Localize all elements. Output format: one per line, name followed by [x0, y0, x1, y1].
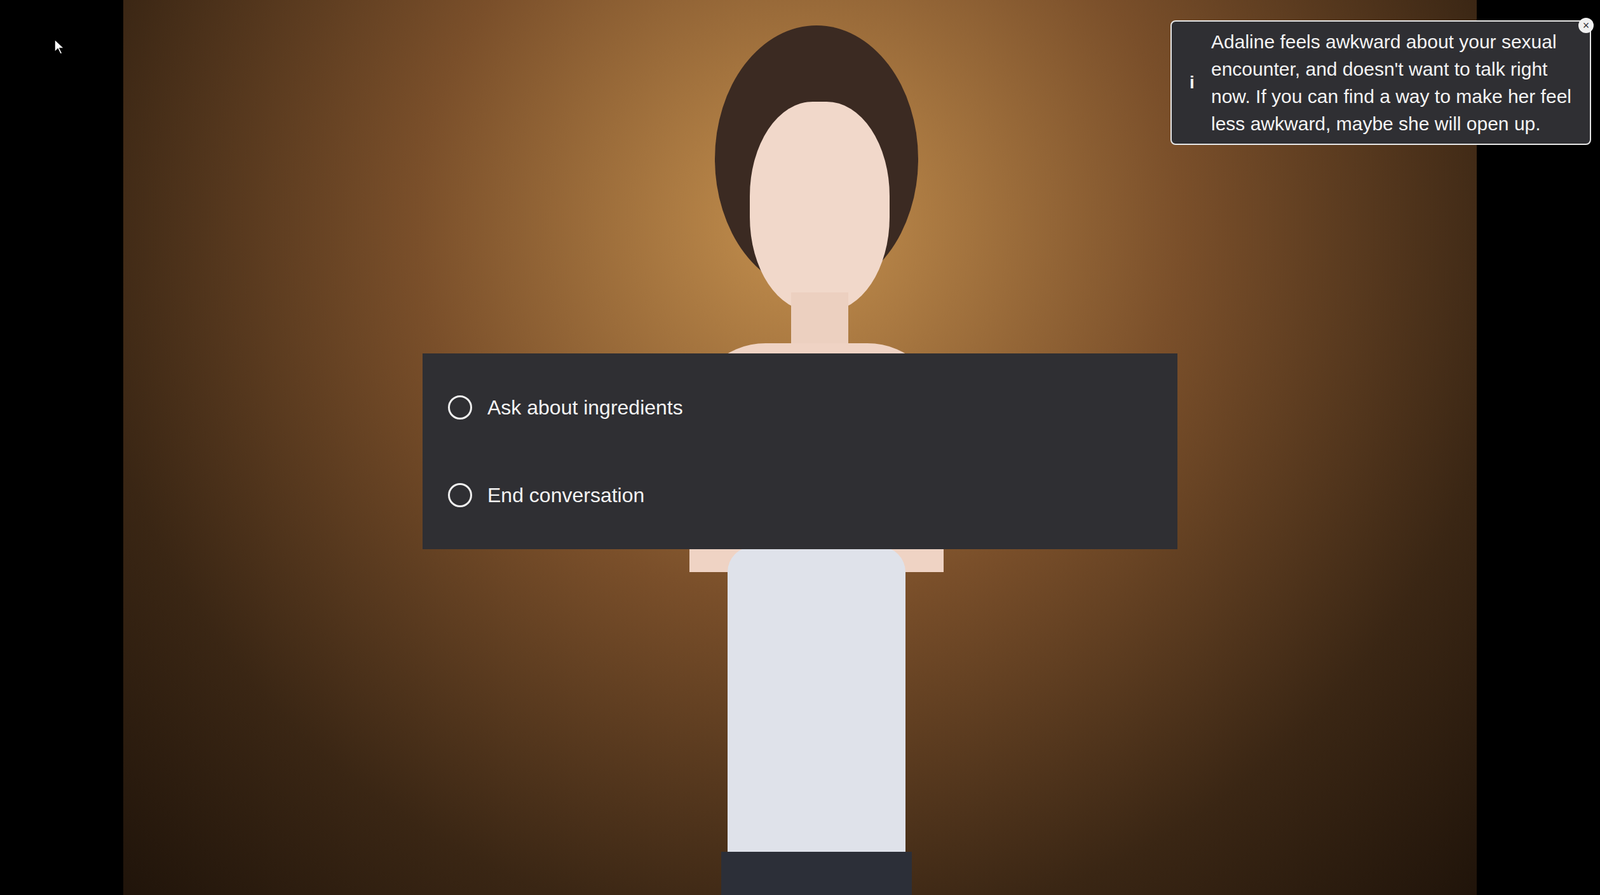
choice-panel: Ask about ingredients End conversation: [422, 353, 1178, 550]
choice-label: End conversation: [487, 482, 645, 508]
choice-option[interactable]: End conversation: [447, 474, 1153, 516]
radio-icon: [447, 482, 473, 508]
radio-icon: [447, 395, 473, 420]
game-screen: Ask about ingredients End conversation i Ad…: [0, 0, 1600, 895]
hint-text: Adaline feels awkward about your sexual …: [1211, 27, 1581, 138]
close-button[interactable]: ×: [1578, 17, 1594, 34]
hint-tooltip: i Adaline feels awkward about your sexual…: [1170, 20, 1592, 145]
choice-option[interactable]: Ask about ingredients: [447, 386, 1153, 429]
left-letterbox: [0, 0, 124, 895]
cursor-icon: [53, 38, 68, 55]
choice-label: Ask about ingredients: [487, 394, 684, 421]
info-icon: i: [1189, 69, 1199, 96]
